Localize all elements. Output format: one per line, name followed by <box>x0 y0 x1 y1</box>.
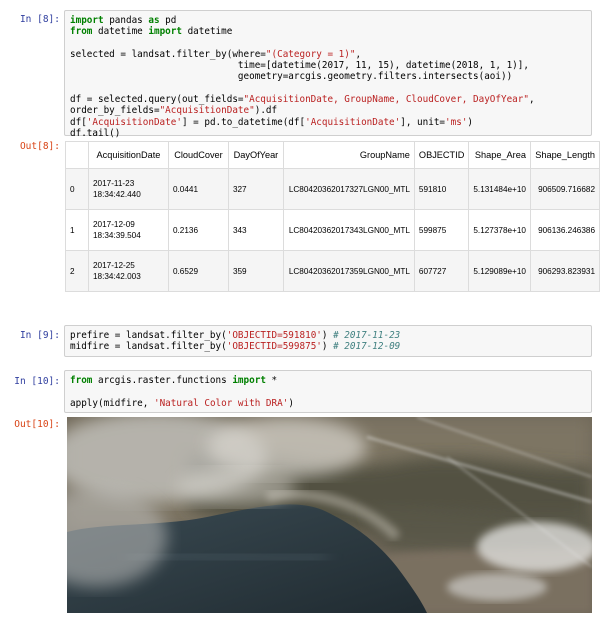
in-prompt-10: In [10]: <box>14 376 60 387</box>
code-token: from <box>70 26 93 38</box>
code-token: ] = pd.to_datetime(df[ <box>181 116 306 128</box>
code-token: selected = landsat.filter_by(where= <box>70 48 266 60</box>
code-token: ) <box>321 341 334 353</box>
code-token: # 2017-11-23 <box>333 330 401 341</box>
code-token: midfire = landsat.filter_by( <box>70 341 227 353</box>
code-token: ], unit= <box>400 116 446 128</box>
table-row: 2 2017-12-25 18:34:42.003 0.6529 359 LC80… <box>65 250 600 292</box>
code-token: datetime <box>181 26 233 38</box>
acquisition-time: 18:34:42.003 <box>92 272 141 281</box>
column-header-cloudcover: CloudCover <box>167 141 229 169</box>
code-token: ).df <box>254 105 278 117</box>
code-token: arcgis.raster.functions <box>92 375 233 386</box>
row-index: 1 <box>65 209 89 251</box>
code-token: 'ms' <box>445 116 468 128</box>
cloudcover-cell: 0.0441 <box>167 168 229 210</box>
code-token: from <box>70 375 93 386</box>
objectid-cell: 591810 <box>413 168 470 210</box>
code-token: df.tail() <box>70 127 121 139</box>
acquisition-date: 2017-12-09 <box>92 220 135 229</box>
dayofyear-cell: 343 <box>227 209 284 251</box>
column-header-index <box>65 141 89 169</box>
groupname-cell: LC80420362017327LGN00_MTL <box>282 168 415 210</box>
table-row: 0 2017-11-23 18:34:42.440 0.0441 327 LC80… <box>65 168 600 210</box>
column-header-shape-length: Shape_Length <box>529 141 600 169</box>
row-index: 2 <box>65 250 89 292</box>
dataframe-table: AcquisitionDate CloudCover DayOfYear Gro… <box>65 141 600 292</box>
code-cell-10[interactable]: from arcgis.raster.functions import * ap… <box>64 370 592 413</box>
out-prompt-8: Out[8]: <box>19 141 60 152</box>
code-token: import <box>70 15 104 26</box>
code-token: pd <box>159 15 177 26</box>
column-header-dayofyear: DayOfYear <box>227 141 284 169</box>
shape-area-cell: 5.127378e+10 <box>468 209 531 251</box>
code-token: import <box>232 375 266 386</box>
code-token: ) <box>321 330 334 341</box>
code-token: geometry=arcgis.geometry.filters.interse… <box>70 71 513 83</box>
dayofyear-cell: 359 <box>227 250 284 292</box>
code-token: 'OBJECTID=599875' <box>226 341 322 353</box>
shape-area-cell: 5.131484e+10 <box>468 168 531 210</box>
code-token: df = selected.query(out_fields= <box>70 94 244 106</box>
code-cell-8[interactable]: import pandas as pd from datetime import… <box>64 10 592 139</box>
code-token: 'Natural Color with DRA' <box>153 397 289 409</box>
satellite-image <box>67 417 592 613</box>
in-prompt-9: In [9]: <box>19 330 60 341</box>
code-token: apply(midfire, <box>70 397 154 409</box>
acquisition-date: 2017-11-23 <box>92 179 135 188</box>
code-cell-9[interactable]: prefire = landsat.filter_by('OBJECTID=59… <box>64 325 592 357</box>
code-token: pandas <box>103 15 149 26</box>
code-token: # 2017-12-09 <box>333 341 401 353</box>
code-token: 'AcquisitionDate' <box>305 116 401 128</box>
code-token: import <box>148 26 182 38</box>
column-header-objectid: OBJECTID <box>413 141 470 169</box>
cloudcover-cell: 0.6529 <box>167 250 229 292</box>
shape-length-cell: 906136.246386 <box>529 209 600 251</box>
code-token: prefire = landsat.filter_by( <box>70 330 227 341</box>
column-header-shape-area: Shape_Area <box>468 141 531 169</box>
table-row: 1 2017-12-09 18:34:39.504 0.2136 343 LC80… <box>65 209 600 251</box>
satellite-image-output <box>67 417 592 613</box>
table-header-row: AcquisitionDate CloudCover DayOfYear Gro… <box>65 141 600 169</box>
code-token: as <box>148 15 160 26</box>
code-token: * <box>265 375 278 386</box>
code-token: "(Category = 1)" <box>265 48 356 60</box>
code-token: time=[datetime(2017, 11, 15), datetime(2… <box>70 60 529 72</box>
in-prompt-8: In [8]: <box>19 14 60 25</box>
code-token: order_by_fields= <box>70 105 160 117</box>
code-token: , <box>355 48 362 60</box>
code-token: 'OBJECTID=591810' <box>226 330 322 341</box>
code-token: ) <box>288 397 294 409</box>
code-token: "AcquisitionDate, GroupName, CloudCover,… <box>243 94 529 106</box>
code-token: df[ <box>70 116 87 128</box>
shape-area-cell: 5.129089e+10 <box>468 250 531 292</box>
acquisition-date: 2017-12-25 <box>92 261 135 270</box>
cloudcover-cell: 0.2136 <box>167 209 229 251</box>
code-token: 'AcquisitionDate' <box>86 116 182 128</box>
acquisition-date-cell: 2017-12-25 18:34:42.003 <box>87 250 169 292</box>
row-index: 0 <box>65 168 89 210</box>
shape-length-cell: 906509.716682 <box>529 168 600 210</box>
column-header-acquisitiondate: AcquisitionDate <box>87 141 169 169</box>
acquisition-date-cell: 2017-12-09 18:34:39.504 <box>87 209 169 251</box>
code-token: ) <box>467 116 474 128</box>
groupname-cell: LC80420362017359LGN00_MTL <box>282 250 415 292</box>
acquisition-date-cell: 2017-11-23 18:34:42.440 <box>87 168 169 210</box>
acquisition-time: 18:34:39.504 <box>92 231 141 240</box>
objectid-cell: 607727 <box>413 250 470 292</box>
column-header-groupname: GroupName <box>282 141 415 169</box>
shape-length-cell: 906293.823931 <box>529 250 600 292</box>
code-token: datetime <box>92 26 149 38</box>
dayofyear-cell: 327 <box>227 168 284 210</box>
code-token: , <box>528 94 535 106</box>
acquisition-time: 18:34:42.440 <box>92 190 141 199</box>
code-token: "AcquisitionDate" <box>159 105 255 117</box>
objectid-cell: 599875 <box>413 209 470 251</box>
out-prompt-10: Out[10]: <box>14 419 60 430</box>
groupname-cell: LC80420362017343LGN00_MTL <box>282 209 415 251</box>
